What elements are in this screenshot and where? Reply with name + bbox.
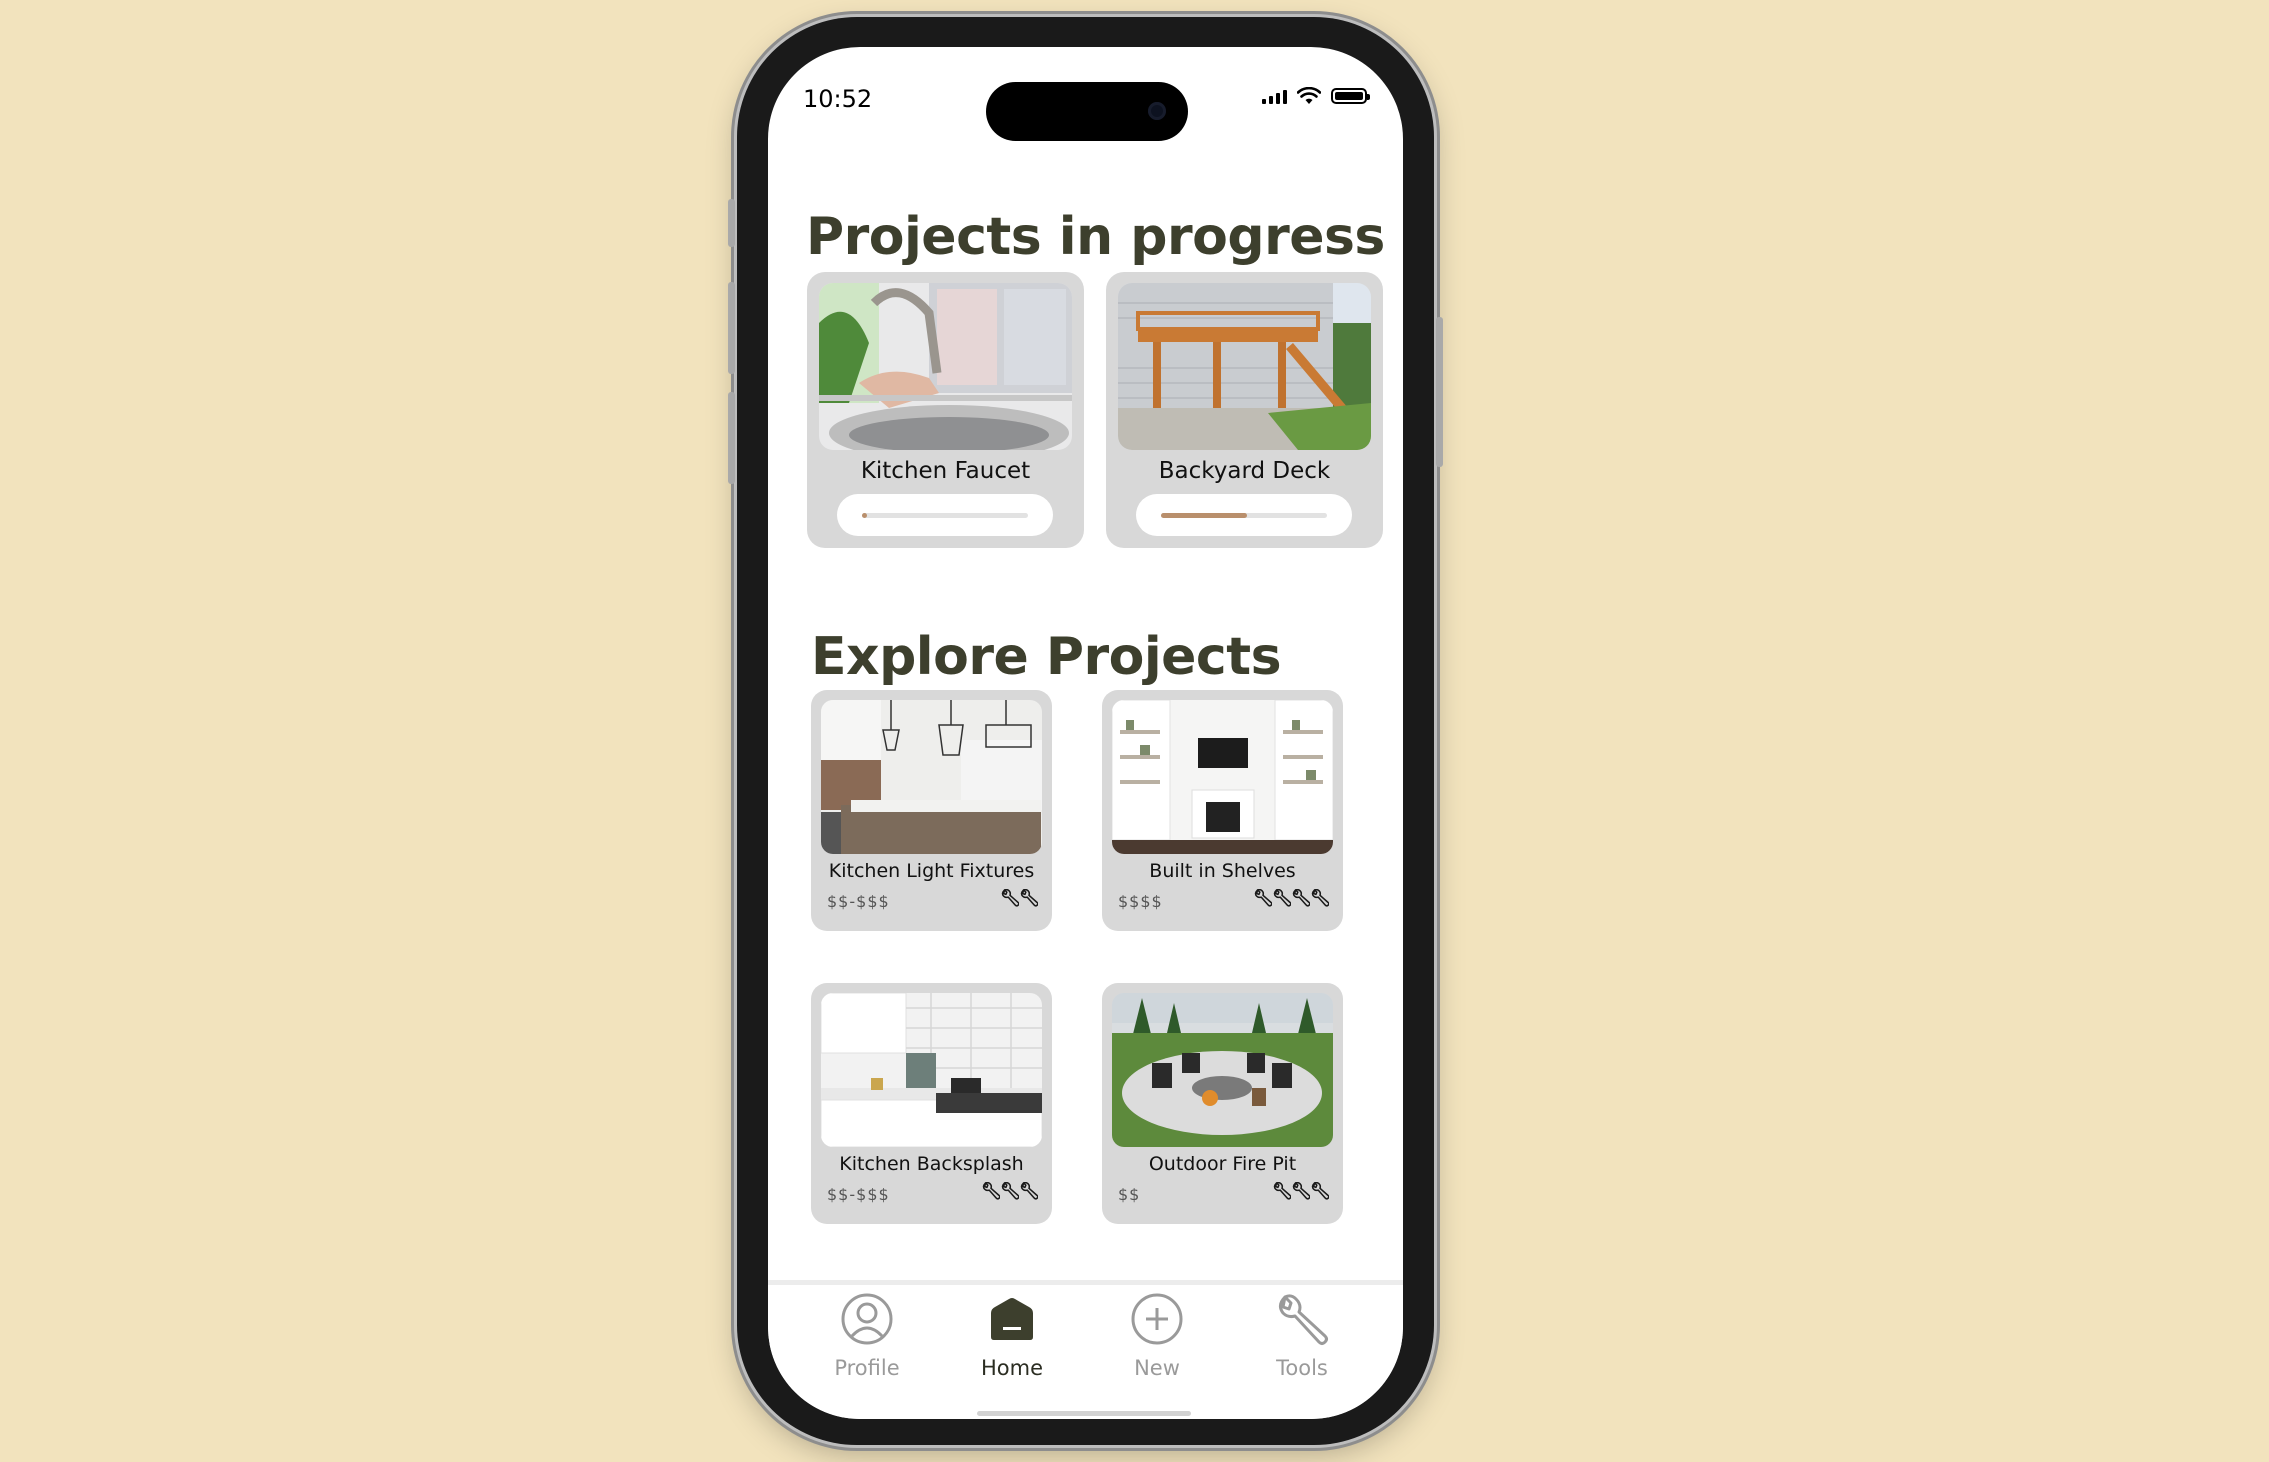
wrench-icon [1311, 889, 1329, 907]
project-title: Kitchen Light Fixtures [828, 860, 1035, 882]
wrench-icon [1247, 1290, 1357, 1348]
tab-bar: Profile Home New Tools [768, 1280, 1403, 1419]
tab-tools[interactable]: Tools [1247, 1290, 1357, 1380]
plus-circle-icon [1102, 1290, 1212, 1348]
wrench-icon [982, 1182, 1000, 1200]
front-camera [1148, 102, 1166, 120]
cost-label: $$$$ [1118, 892, 1163, 911]
progress-bar [1136, 494, 1352, 536]
volume-down-button [728, 392, 735, 484]
tab-home[interactable]: Home [957, 1290, 1067, 1380]
difficulty-rating [1001, 889, 1038, 907]
wrench-icon [1001, 889, 1019, 907]
silent-switch [728, 199, 735, 247]
volume-up-button [728, 282, 735, 374]
tab-profile[interactable]: Profile [812, 1290, 922, 1380]
project-title: Backyard Deck [1158, 458, 1331, 484]
home-icon [957, 1290, 1067, 1348]
wrench-icon [1292, 1182, 1310, 1200]
progress-fill [862, 513, 867, 518]
explore-card[interactable]: Built in Shelves $$$$ [1102, 690, 1343, 931]
explore-heading: Explore Projects [811, 627, 1282, 687]
status-time: 10:52 [803, 85, 873, 113]
wrench-icon [1273, 1182, 1291, 1200]
in-progress-card[interactable]: Kitchen Faucet [807, 272, 1084, 548]
explore-card[interactable]: Kitchen Backsplash $$-$$$ [811, 983, 1052, 1224]
in-progress-card[interactable]: Backyard Deck [1106, 272, 1383, 548]
phone-frame: 10:52 Projects in progress Kitchen Fauce… [728, 17, 1443, 1445]
in-progress-heading: Projects in progress [806, 207, 1385, 267]
tab-label: Tools [1276, 1356, 1328, 1380]
wrench-icon [1020, 889, 1038, 907]
difficulty-rating [1254, 889, 1329, 907]
power-button [1436, 317, 1443, 467]
tab-new[interactable]: New [1102, 1290, 1212, 1380]
explore-card[interactable]: Kitchen Light Fixtures $$-$$$ [811, 690, 1052, 931]
wrench-icon [1020, 1182, 1038, 1200]
cost-label: $$-$$$ [827, 892, 890, 911]
battery-icon [1331, 88, 1370, 104]
progress-bar [837, 494, 1053, 536]
project-title: Outdoor Fire Pit [1148, 1153, 1297, 1175]
kitchen-light-fixtures-photo [821, 700, 1042, 854]
tab-label: Home [980, 1356, 1043, 1380]
outdoor-fire-pit-photo [1112, 993, 1333, 1147]
wrench-icon [1001, 1182, 1019, 1200]
project-title: Kitchen Faucet [860, 458, 1031, 484]
explore-card[interactable]: Outdoor Fire Pit $$ [1102, 983, 1343, 1224]
progress-fill [1161, 513, 1248, 518]
wrench-icon [1254, 889, 1272, 907]
project-title: Built in Shelves [1149, 860, 1296, 882]
wrench-icon [1273, 889, 1291, 907]
difficulty-rating [982, 1182, 1038, 1200]
cost-label: $$ [1118, 1185, 1141, 1204]
profile-icon [812, 1290, 922, 1348]
difficulty-rating [1273, 1182, 1329, 1200]
kitchen-backsplash-photo [821, 993, 1042, 1147]
status-icons [1262, 87, 1370, 105]
wrench-icon [1311, 1182, 1329, 1200]
home-indicator [977, 1411, 1191, 1416]
kitchen-faucet-photo [819, 283, 1072, 450]
tab-label: Profile [834, 1356, 900, 1380]
dynamic-island [986, 82, 1188, 141]
cost-label: $$-$$$ [827, 1185, 890, 1204]
wifi-icon [1297, 87, 1321, 104]
cellular-signal-icon [1262, 88, 1287, 104]
wrench-icon [1292, 889, 1310, 907]
project-title: Kitchen Backsplash [839, 1153, 1024, 1175]
progress-track [862, 513, 1028, 518]
built-in-shelves-photo [1112, 700, 1333, 854]
progress-track [1161, 513, 1327, 518]
tab-label: New [1134, 1356, 1180, 1380]
backyard-deck-photo [1118, 283, 1371, 450]
app-screen: 10:52 Projects in progress Kitchen Fauce… [768, 47, 1403, 1419]
